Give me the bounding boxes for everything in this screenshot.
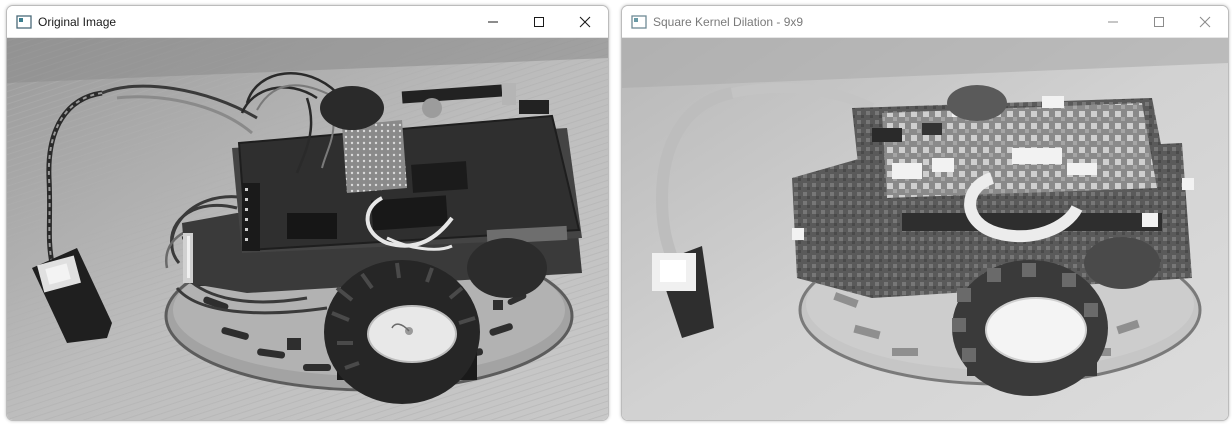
app-window-icon [16, 14, 32, 29]
maximize-icon [534, 16, 544, 27]
minimize-button[interactable] [470, 6, 516, 37]
window-title: Square Kernel Dilation - 9x9 [653, 14, 804, 29]
original-image-window[interactable]: Original Image [6, 5, 609, 421]
close-button[interactable] [562, 6, 608, 37]
title-bar[interactable]: Square Kernel Dilation - 9x9 [622, 6, 1228, 38]
minimize-icon [1108, 21, 1118, 22]
dilation-image-window[interactable]: Square Kernel Dilation - 9x9 [621, 5, 1229, 421]
close-icon [579, 16, 591, 27]
image-canvas [622, 38, 1228, 420]
minimize-button[interactable] [1090, 6, 1136, 37]
window-title: Original Image [38, 14, 117, 29]
dilated-robot-image [622, 38, 1228, 420]
original-robot-image [7, 38, 608, 420]
maximize-button[interactable] [516, 6, 562, 37]
minimize-icon [488, 21, 498, 22]
title-bar[interactable]: Original Image [7, 6, 608, 38]
app-window-icon [631, 14, 647, 29]
close-button[interactable] [1182, 6, 1228, 37]
window-controls [470, 6, 608, 37]
maximize-icon [1154, 16, 1164, 27]
image-canvas [7, 38, 608, 420]
maximize-button[interactable] [1136, 6, 1182, 37]
close-icon [1199, 16, 1211, 27]
window-controls [1090, 6, 1228, 37]
